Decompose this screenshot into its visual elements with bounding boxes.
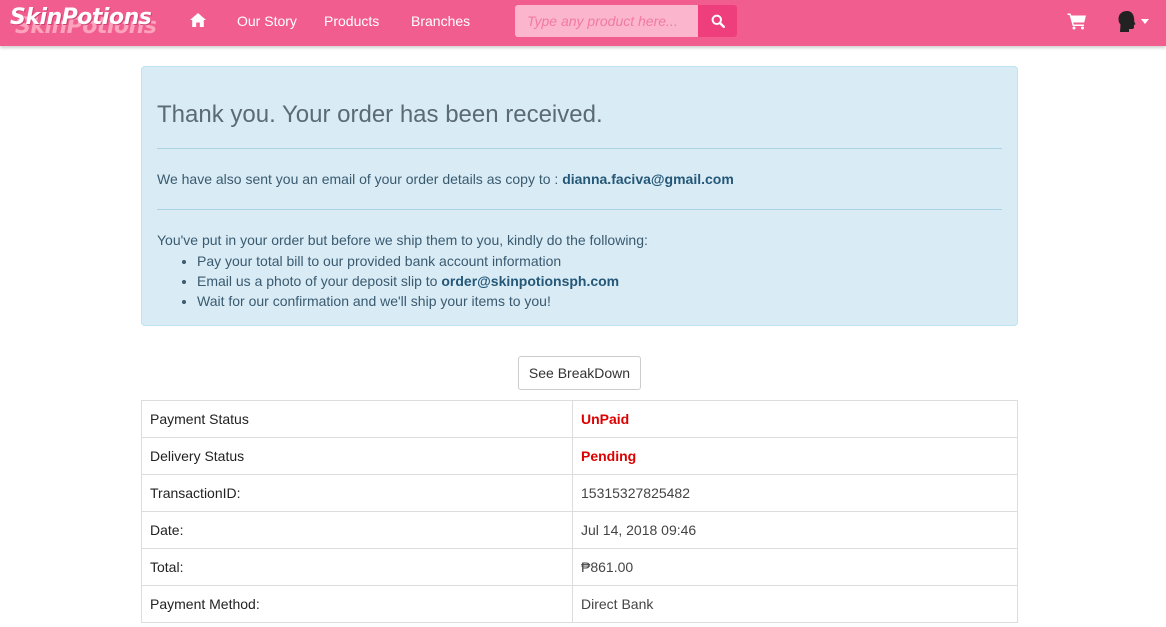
table-row: Payment Status UnPaid — [141, 400, 1018, 438]
table-row: Date: Jul 14, 2018 09:46 — [141, 511, 1018, 549]
search-icon — [711, 14, 725, 28]
row-label: Delivery Status — [141, 437, 573, 475]
instructions-list: Pay your total bill to our provided bank… — [197, 251, 619, 311]
row-label: TransactionID: — [141, 474, 573, 512]
row-label: Payment Method: — [141, 585, 573, 623]
caret-down-icon — [1141, 19, 1149, 24]
brand-logo[interactable]: SkinPotions SkinPotions — [10, 3, 160, 41]
row-label: Date: — [141, 511, 573, 549]
payment-method-value: Direct Bank — [572, 585, 1018, 623]
instructions-intro: You've put in your order but before we s… — [157, 232, 648, 248]
page-title: Thank you. Your order has been received. — [157, 101, 603, 128]
table-row: Total: ₱861.00 — [141, 548, 1018, 586]
deposit-email-link[interactable]: order@skinpotionsph.com — [441, 273, 619, 289]
search-input[interactable] — [515, 5, 699, 37]
transaction-id-value: 15315327825482 — [572, 474, 1018, 512]
payment-status-value: UnPaid — [572, 400, 1018, 438]
list-item: Wait for our confirmation and we'll ship… — [197, 291, 619, 311]
user-menu[interactable] — [1116, 10, 1152, 34]
search-bar — [515, 5, 737, 37]
table-row: Delivery Status Pending — [141, 437, 1018, 475]
divider — [157, 148, 1002, 149]
search-button[interactable] — [698, 5, 737, 37]
order-details-table: Payment Status UnPaid Delivery Status Pe… — [141, 400, 1018, 623]
step-text: Email us a photo of your deposit slip to — [197, 273, 442, 289]
home-icon[interactable] — [189, 11, 207, 29]
email-confirmation-text: We have also sent you an email of your o… — [157, 171, 734, 187]
date-value: Jul 14, 2018 09:46 — [572, 511, 1018, 549]
list-item: Email us a photo of your deposit slip to… — [197, 271, 619, 291]
order-received-alert: Thank you. Your order has been received.… — [141, 66, 1018, 326]
nav-link-branches[interactable]: Branches — [411, 13, 470, 29]
see-breakdown-button[interactable]: See BreakDown — [518, 356, 641, 390]
list-item: Pay your total bill to our provided bank… — [197, 251, 619, 271]
top-navbar: SkinPotions SkinPotions Our Story Produc… — [0, 0, 1166, 46]
step-text: Wait for our confirmation and we'll ship… — [197, 293, 551, 309]
table-row: TransactionID: 15315327825482 — [141, 474, 1018, 512]
row-label: Total: — [141, 548, 573, 586]
table-row: Payment Method: Direct Bank — [141, 585, 1018, 623]
email-confirmation-prefix: We have also sent you an email of your o… — [157, 171, 563, 187]
step-text: Pay your total bill to our provided bank… — [197, 253, 562, 269]
customer-email: dianna.faciva@gmail.com — [562, 171, 734, 187]
delivery-status-value: Pending — [572, 437, 1018, 475]
cart-icon[interactable] — [1067, 12, 1087, 30]
row-label: Payment Status — [141, 400, 573, 438]
user-icon — [1118, 11, 1136, 32]
total-value: ₱861.00 — [572, 548, 1018, 586]
divider — [157, 209, 1002, 210]
nav-link-our-story[interactable]: Our Story — [237, 13, 297, 29]
brand-logo-text: SkinPotions — [10, 5, 152, 30]
nav-link-products[interactable]: Products — [324, 13, 379, 29]
